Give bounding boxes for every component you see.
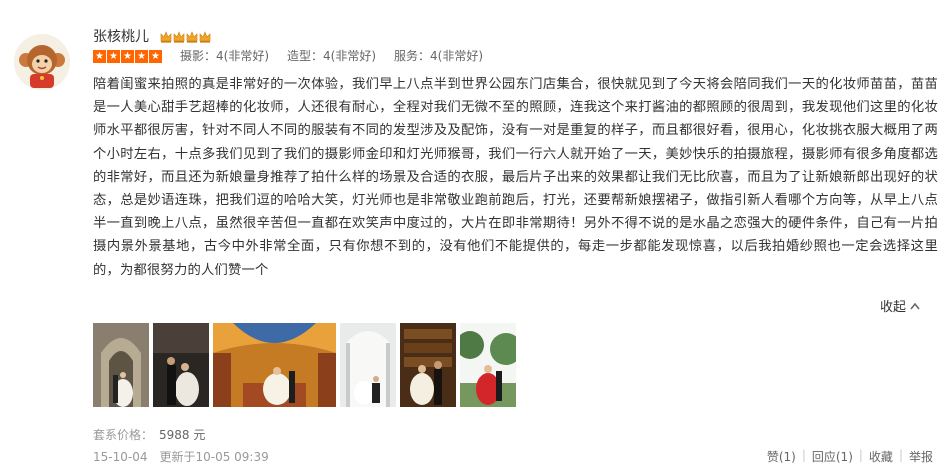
star-icon: ★ <box>121 50 134 63</box>
collapse-button[interactable]: 收起 <box>880 296 920 315</box>
photo-church-couple[interactable] <box>93 323 149 407</box>
star-icon: ★ <box>93 50 106 63</box>
action-divider: | <box>858 448 863 462</box>
crown-icon <box>199 30 211 43</box>
review-updated: 更新于10-05 09:39 <box>159 450 269 464</box>
score-photography: 摄影：4(非常好) <box>180 49 269 63</box>
review-photos <box>93 323 516 407</box>
action-divider: | <box>801 448 806 462</box>
monkey-avatar-icon <box>14 34 70 90</box>
package-price-value: 5988 元 <box>159 428 206 442</box>
photo-dark-couple[interactable] <box>153 323 209 407</box>
photo-white-hall[interactable] <box>340 323 396 407</box>
star-icon: ★ <box>107 50 120 63</box>
crown-icon <box>173 30 185 43</box>
review-date: 15-10-04 <box>93 450 148 464</box>
score-styling: 造型：4(非常好) <box>287 49 376 63</box>
favorite-button[interactable]: 收藏 <box>869 448 893 465</box>
review-meta: 15-10-04 更新于10-05 09:39 <box>93 448 269 465</box>
star-icon: ★ <box>135 50 148 63</box>
reviewer-name[interactable]: 张核桃儿 <box>93 28 149 46</box>
review-actions: 赞(1) | 回应(1) | 收藏 | 举报 <box>767 448 933 465</box>
star-icon: ★ <box>149 50 162 63</box>
crown-icon <box>160 30 172 43</box>
score-service: 服务：4(非常好) <box>394 49 483 63</box>
collapse-label: 收起 <box>880 300 907 315</box>
crown-icon <box>186 30 198 43</box>
report-button[interactable]: 举报 <box>909 448 933 465</box>
like-button[interactable]: 赞(1) <box>767 448 796 465</box>
photo-colorful-hall[interactable] <box>213 323 336 407</box>
reviewer-level-crowns <box>160 30 211 43</box>
reviewer-avatar[interactable] <box>14 34 70 90</box>
photo-red-dress-garden[interactable] <box>460 323 516 407</box>
chevron-up-icon <box>910 302 920 309</box>
star-rating: ★ ★ ★ ★ ★ <box>93 50 162 63</box>
action-divider: | <box>898 448 903 462</box>
photo-library-couple[interactable] <box>400 323 456 407</box>
package-price: 套系价格： 5988 元 <box>93 426 205 443</box>
reply-button[interactable]: 回应(1) <box>812 448 853 465</box>
sub-scores: 摄影：4(非常好) 造型：4(非常好) 服务：4(非常好) <box>180 48 483 64</box>
review-text: 陪着闺蜜来拍照的真是非常好的一次体验，我们早上八点半到世界公园东门店集合，很快就… <box>93 77 938 278</box>
package-price-label: 套系价格： <box>93 428 154 442</box>
